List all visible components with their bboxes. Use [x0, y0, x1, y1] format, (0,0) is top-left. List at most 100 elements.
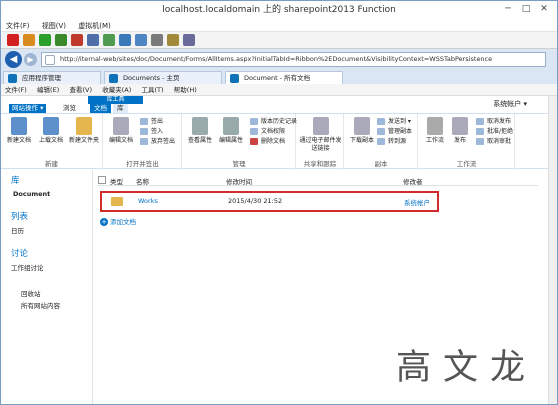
checkout-button[interactable]: 签出	[140, 117, 163, 126]
browser-menu-favorites[interactable]: 收藏夹(A)	[98, 84, 135, 96]
back-button[interactable]: ◀	[5, 51, 22, 68]
row-name[interactable]: Works	[138, 197, 158, 205]
url-input[interactable]: http://iternal-web/sites/doc/Document/Fo…	[41, 52, 546, 67]
nav-document-item[interactable]: Document	[13, 190, 50, 198]
email-link-button[interactable]: 通过电子邮件发送链接	[299, 117, 342, 153]
enhanced-session-icon[interactable]	[135, 34, 147, 46]
unpublish-icon	[476, 118, 484, 125]
discard-checkout-button[interactable]: 放弃签出	[140, 137, 175, 146]
nav-calendar-item[interactable]: 日历	[11, 225, 24, 235]
play-icon[interactable]	[39, 34, 51, 46]
checkin-button[interactable]: 签入	[140, 127, 163, 136]
group-new: 新建文档 上载文档 新建文件夹 新建	[1, 114, 103, 170]
browser-menu-file[interactable]: 文件(F)	[1, 84, 31, 96]
plus-icon: +	[100, 218, 108, 226]
stop-icon[interactable]	[7, 34, 19, 46]
menu-file[interactable]: 文件(F)	[1, 20, 35, 32]
page-icon	[45, 55, 55, 65]
edit-properties-icon	[223, 117, 239, 135]
nav-all-site-content[interactable]: 所有网站内容	[21, 300, 60, 310]
ribbon: 新建文档 上载文档 新建文件夹 新建 编辑文档 签出 签入 放弃签出 打开并签出…	[1, 113, 557, 170]
close-button[interactable]: ✕	[537, 3, 551, 16]
col-name[interactable]: 名称	[136, 176, 149, 186]
share-icon[interactable]	[151, 34, 163, 46]
sharepoint-icon	[230, 74, 239, 83]
vertical-scrollbar[interactable]	[548, 96, 557, 404]
ctrl-alt-del-icon[interactable]	[71, 34, 83, 46]
col-modified-by[interactable]: 修改者	[403, 176, 423, 186]
site-actions-menu[interactable]: 网站操作 ▾	[9, 104, 47, 113]
minimize-button[interactable]: ─	[501, 3, 515, 16]
pause-icon[interactable]	[23, 34, 35, 46]
tab-library[interactable]: 库	[113, 104, 128, 113]
snapshot-icon[interactable]	[87, 34, 99, 46]
quick-launch: 库 Document 列表 日历 讨论 工作组讨论 回收站 所有网站内容	[1, 170, 93, 404]
add-document-link[interactable]: + 添加文档	[100, 216, 136, 226]
goto-source-icon	[377, 138, 385, 145]
unpublish-button[interactable]: 取消发布	[476, 117, 511, 126]
nav-recycle-bin[interactable]: 回收站	[21, 288, 41, 298]
select-all-checkbox[interactable]	[98, 176, 106, 184]
nav-libraries-heading[interactable]: 库	[11, 174, 20, 186]
group-manage-label: 管理	[232, 160, 246, 168]
delete-document-button[interactable]: 删除文档	[250, 137, 285, 146]
browser-menu-help[interactable]: 帮助(H)	[170, 84, 201, 96]
version-history-button[interactable]: 版本历史记录	[250, 117, 297, 126]
publish-button[interactable]: 发布	[445, 117, 475, 145]
row-modified: 2015/4/30 21:52	[228, 197, 283, 205]
menu-view[interactable]: 视图(V)	[37, 20, 71, 32]
upload-document-button[interactable]: 上载文档	[36, 117, 66, 145]
settings-icon[interactable]	[167, 34, 179, 46]
history-icon	[250, 118, 258, 125]
snapshot-manager-icon[interactable]	[119, 34, 131, 46]
revert-icon[interactable]	[103, 34, 115, 46]
menu-vm[interactable]: 虚拟机(M)	[73, 20, 116, 32]
reset-icon[interactable]	[55, 34, 67, 46]
usb-icon[interactable]	[183, 34, 195, 46]
document-permissions-button[interactable]: 文档权限	[250, 127, 285, 136]
manage-copies-button[interactable]: 管理副本	[377, 127, 412, 136]
checkin-icon	[140, 128, 148, 135]
cancel-approval-button[interactable]: 取消审批	[476, 137, 511, 146]
tab-documents[interactable]: 文档	[90, 104, 111, 113]
col-type[interactable]: 类型	[110, 176, 123, 186]
forward-button[interactable]: ▶	[24, 53, 37, 66]
nav-discussions-heading[interactable]: 讨论	[11, 247, 28, 259]
delete-icon	[250, 138, 258, 145]
group-workflow-label: 工作流	[456, 160, 477, 168]
row-modified-by[interactable]: 系统帐户	[404, 197, 430, 207]
browser-menu-edit[interactable]: 编辑(E)	[33, 84, 63, 96]
cancel-approval-icon	[476, 138, 484, 145]
goto-source-button[interactable]: 转到源	[377, 137, 406, 146]
browser-menu-tools[interactable]: 工具(T)	[138, 84, 168, 96]
new-folder-button[interactable]: 新建文件夹	[69, 117, 99, 145]
new-document-button[interactable]: 新建文档	[4, 117, 34, 145]
table-row[interactable]: Works 2015/4/30 21:52 系统帐户	[100, 191, 439, 212]
tab-browse[interactable]: 浏览	[63, 104, 76, 113]
group-open-label: 打开并签出	[126, 160, 159, 168]
browser-menu-view[interactable]: 查看(V)	[65, 84, 96, 96]
edit-document-button[interactable]: 编辑文档	[106, 117, 136, 145]
group-copies: 下载副本 发送到 ▾ 管理副本 转到源 副本	[345, 114, 418, 170]
group-open-checkout: 编辑文档 签出 签入 放弃签出 打开并签出	[104, 114, 182, 170]
view-properties-button[interactable]: 查看属性	[185, 117, 215, 145]
send-to-button[interactable]: 发送到 ▾	[377, 117, 411, 126]
col-modified[interactable]: 修改时间	[226, 176, 252, 186]
maximize-button[interactable]: □	[519, 3, 533, 16]
tab-documents-home[interactable]: Documents - 主页	[104, 71, 222, 84]
download-icon	[354, 117, 370, 135]
email-icon	[312, 117, 329, 135]
tab-document-all[interactable]: Document - 所有文档	[225, 71, 343, 84]
window-title: localhost.localdomain 上的 sharepoint2013 …	[162, 5, 396, 15]
edit-properties-button[interactable]: 编辑属性	[216, 117, 246, 145]
approve-reject-button[interactable]: 批准/拒绝	[476, 127, 513, 136]
user-menu[interactable]: 系统帐户 ▾	[493, 99, 527, 109]
approve-icon	[476, 128, 484, 135]
vm-menubar: 文件(F) 视图(V) 虚拟机(M)	[1, 20, 557, 32]
nav-lists-heading[interactable]: 列表	[11, 210, 28, 222]
new-document-icon	[11, 117, 27, 135]
download-copy-button[interactable]: 下载副本	[347, 117, 377, 145]
nav-team-discussion-item[interactable]: 工作组讨论	[11, 262, 44, 272]
folder-icon	[111, 197, 123, 206]
tab-app-management[interactable]: 应用程序管理	[3, 71, 101, 84]
